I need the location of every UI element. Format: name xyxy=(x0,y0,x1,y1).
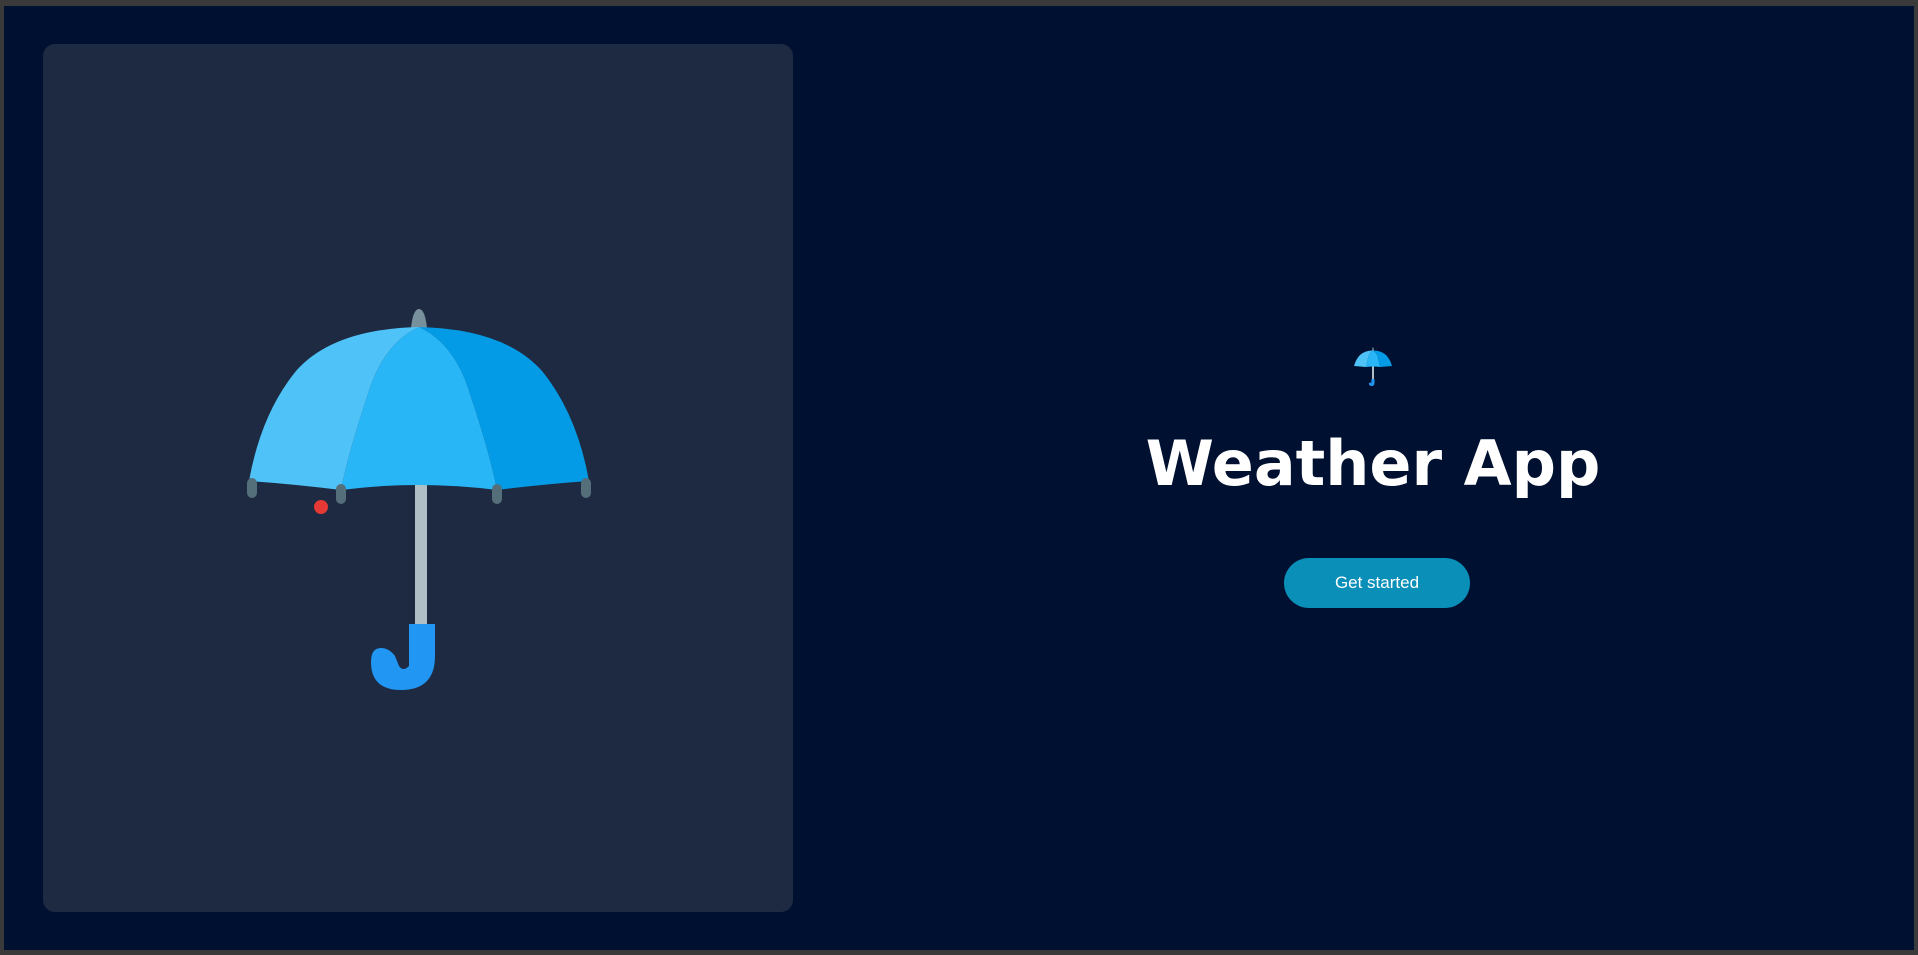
app-title: Weather App xyxy=(1145,427,1601,500)
welcome-content: Weather App Get started xyxy=(793,6,1914,950)
get-started-button[interactable]: Get started xyxy=(1284,558,1470,608)
app-window: Weather App Get started xyxy=(4,6,1914,950)
umbrella-icon xyxy=(247,309,591,690)
hero-panel xyxy=(43,44,793,912)
umbrella-icon xyxy=(1354,347,1392,386)
